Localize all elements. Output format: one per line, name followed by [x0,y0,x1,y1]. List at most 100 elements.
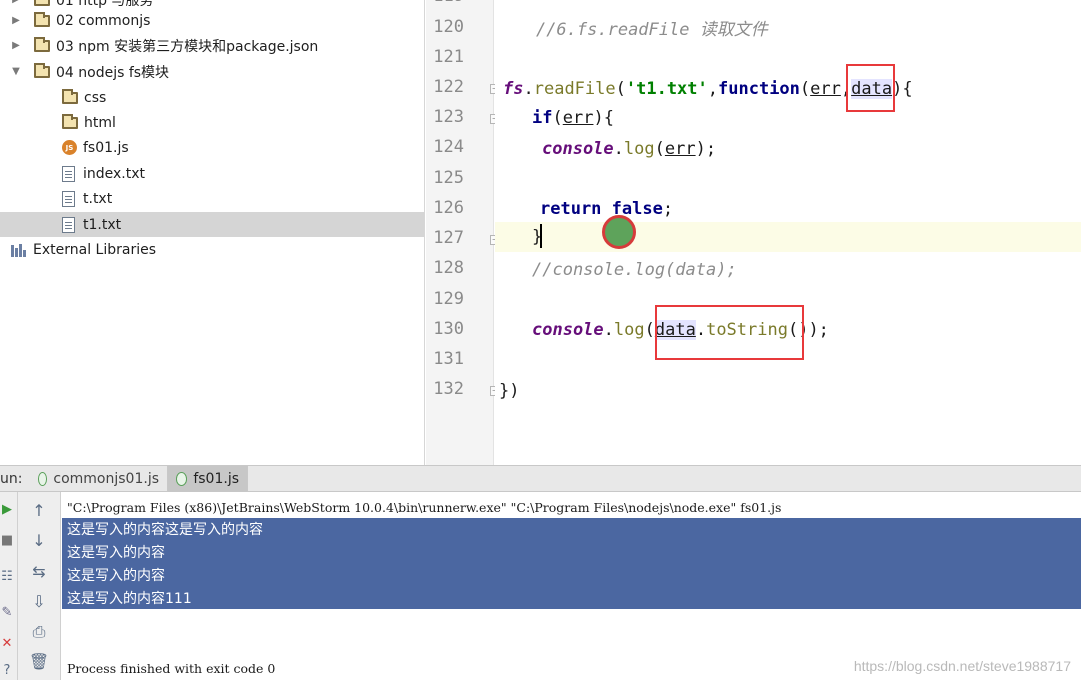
mouse-cursor-indicator [602,215,636,249]
run-tab-bar: un: commonjs01.js fs01.js [0,465,1081,492]
collapse-arrow-icon[interactable]: ▼ [10,66,22,77]
tree-item-label: 03 npm 安装第三方模块和package.json [56,38,319,55]
text-file-icon [62,165,75,182]
punctuation: ); [695,139,717,159]
print-icon[interactable]: ⎙ [28,621,50,643]
punctuation: . [523,79,534,99]
arrow-down-icon[interactable]: ↓ [28,530,50,552]
param-err: err [664,139,696,159]
tree-item-label: t1.txt [83,216,122,233]
punctuation: ; [662,199,674,219]
code-line-124: console.log(err); [542,134,1081,164]
tab-commonjs01[interactable]: commonjs01.js [30,466,168,492]
punctuation: ( [644,320,655,340]
param-err: err [810,79,841,99]
console-output-line: 这是写入的内容这是写入的内容 [67,522,263,538]
tree-item-label: index.txt [83,165,146,182]
method-name: log [613,320,645,340]
process-finished-message: Process finished with exit code 0 [67,661,276,676]
folder-icon [62,88,78,104]
text-file-icon [62,190,75,207]
tree-item-index-txt[interactable]: index.txt [0,161,424,186]
tree-item-03-npm[interactable]: ▶ 03 npm 安装第三方模块和package.json [0,33,424,58]
annotation-box [655,305,804,360]
code-line-123: if(err){ [532,103,1081,133]
code-editor[interactable]: //6.fs.readFile 读取文件 fs.readFile('t1.txt… [495,0,1081,465]
punctuation: . [603,320,614,340]
code-line-130: console.log(data.toString()); [532,315,1081,345]
comment: //console.log(data); [532,260,737,280]
code-line-127: } [495,222,1081,252]
string-literal: 't1.txt' [625,79,708,99]
console-output[interactable]: "C:\Program Files (x86)\JetBrains\WebSto… [62,492,1081,680]
code-line-122: fs.readFile('t1.txt',function(err,data){ [503,74,1081,104]
keyword: return [540,199,602,219]
text-file-icon [62,216,75,233]
line-number: 131 [433,349,464,369]
stop-icon[interactable]: ■ [0,532,14,550]
tree-item-external-libraries[interactable]: External Libraries [0,237,424,262]
run-toolbar: ↑ ↓ ⇆ ⇩ ⎙ 🗑 [18,492,61,680]
console-output-line: 这是写入的内容111 [67,591,192,607]
line-number: 124 [433,137,464,157]
close-icon[interactable]: ✕ [0,635,14,653]
help-icon[interactable]: ? [0,662,14,680]
keyword: if [532,108,553,128]
line-number: 121 [433,47,464,67]
project-tree: ▶ 01 http 与服务 ▶ 02 commonjs ▶ 03 npm 安装第… [0,0,425,465]
identifier-fs: fs [503,79,524,99]
punctuation: , [707,79,719,99]
punctuation: ){ [892,79,913,99]
tree-item-t-txt[interactable]: t.txt [0,186,424,211]
code-line-132: }) [499,376,1081,406]
punctuation: . [613,139,624,159]
tree-item-label: fs01.js [83,139,129,156]
punctuation: ( [654,139,665,159]
console-output-line: 这是写入的内容 [67,545,165,561]
closing-brace: } [532,227,543,247]
console-output-line: 这是写入的内容 [67,568,165,584]
tree-item-fs01-js[interactable]: JS fs01.js [0,135,424,160]
line-number: 123 [433,107,464,127]
code-line-119: //6.fs.readFile 读取文件 [495,0,1081,40]
annotation-box [846,64,895,112]
expand-arrow-icon[interactable]: ▶ [10,40,22,51]
tree-item-label: css [84,89,107,106]
tree-item-label: External Libraries [33,241,156,258]
tree-item-html[interactable]: html [0,110,424,135]
closing-brace: }) [499,381,520,401]
tree-item-t1-txt[interactable]: t1.txt [0,212,424,237]
tab-fs01[interactable]: fs01.js [168,466,248,492]
tree-item-css[interactable]: css [0,85,424,110]
watermark: https://blog.csdn.net/steve1988717 [853,658,1071,674]
tree-item-label: 02 commonjs [56,12,151,29]
pin-icon[interactable]: ✎ [0,604,14,622]
comment: //6.fs.readFile 读取文件 [535,20,768,40]
expand-arrow-icon[interactable]: ▶ [10,15,22,26]
line-number: 122 [433,77,464,97]
node-run-icon [176,472,188,486]
method-name: log [623,139,655,159]
folder-icon [34,0,50,6]
node-run-icon [38,472,48,486]
identifier-console: console [542,139,614,159]
punctuation: ( [615,79,626,99]
soft-wrap-icon[interactable]: ⇆ [28,561,50,583]
trash-icon[interactable]: 🗑 [28,651,50,673]
arrow-up-icon[interactable]: ↑ [28,500,50,522]
line-number: 130 [433,319,464,339]
text-caret [540,224,542,248]
code-line-128: //console.log(data); [532,255,1081,285]
identifier-console: console [532,320,604,340]
punctuation: ){ [593,108,614,128]
expand-arrow-icon[interactable]: ▶ [10,0,22,5]
scroll-to-end-icon[interactable]: ⇩ [28,591,50,613]
folder-icon [34,36,50,52]
tree-item-04-fs[interactable]: ▼ 04 nodejs fs模块 [0,59,424,84]
tree-item-02-commonjs[interactable]: ▶ 02 commonjs [0,8,424,33]
param-err: err [562,108,594,128]
keyword: function [718,79,800,99]
line-number: 128 [433,258,464,278]
layout-icon[interactable]: ☷ [0,568,14,586]
rerun-icon[interactable]: ▶ [0,501,14,519]
